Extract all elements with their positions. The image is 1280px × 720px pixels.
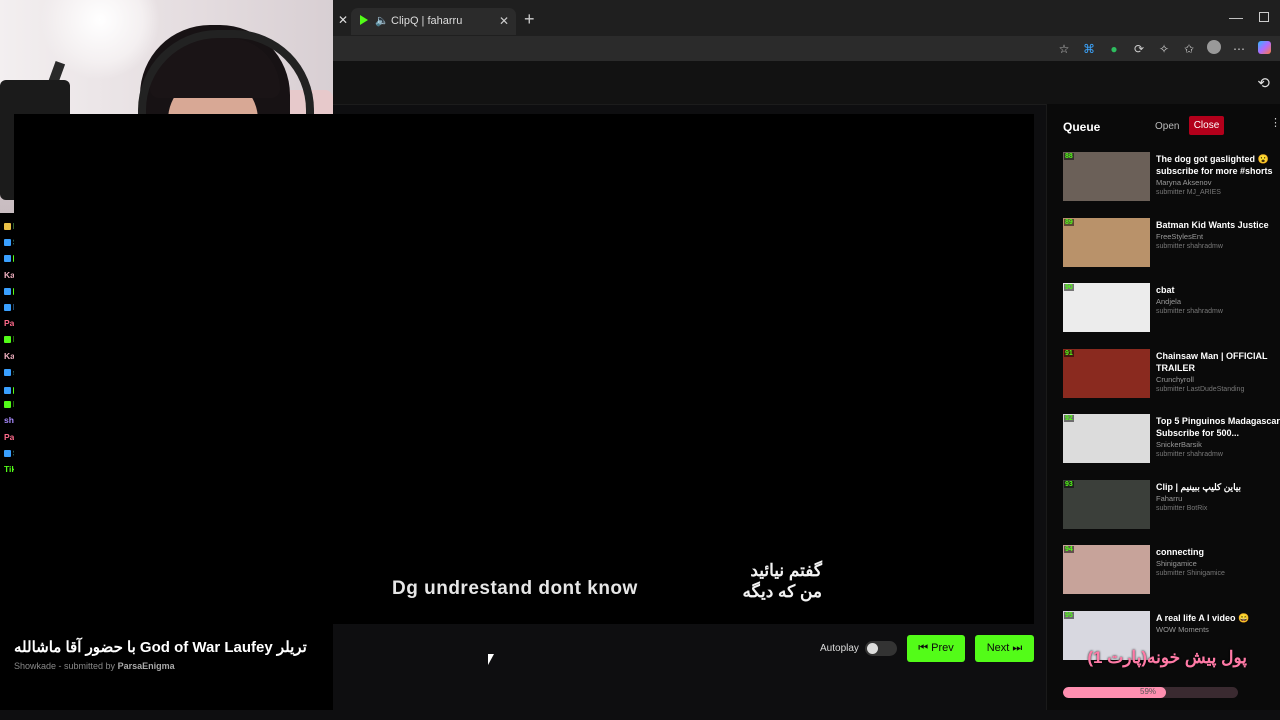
playing-icon [360, 15, 368, 25]
copilot-icon[interactable] [1256, 40, 1272, 57]
queue-number: 94 [1064, 546, 1074, 553]
queue-item-title: Chainsaw Man | OFFICIAL TRAILER [1156, 350, 1268, 373]
queue-item-author: FreeStylesEnt [1156, 231, 1204, 241]
queue-item[interactable]: 91 Chainsaw Man | OFFICIAL TRAILER Crunchy… [1063, 348, 1280, 401]
goal-banner: پول پیش خونه(پارت 1) 59% [1055, 645, 1255, 705]
submitter-name[interactable]: ParsaEnigma [118, 661, 175, 671]
clip-title: با حضور آقا ماشالله God of War Laufey تر… [14, 639, 307, 656]
queue-number: 88 [1064, 153, 1074, 160]
mouse-cursor [488, 654, 494, 665]
chat-badge-icon [4, 255, 11, 263]
address-bar[interactable]: ☆ ⌘ ● ⟳ ✧ ✩ ⋯ [333, 36, 1280, 61]
autoplay-toggle[interactable] [865, 641, 897, 656]
queue-item-author: WOW Moments [1156, 624, 1209, 634]
autoplay-label: Autoplay [820, 643, 859, 654]
queue-item[interactable]: 90 cbat Andjela submitter shahradmw [1063, 283, 1280, 335]
queue-item-submitter: submitter shahradmw [1156, 308, 1223, 315]
history-icon[interactable]: ⟲ [1257, 74, 1270, 92]
chat-badge-icon [4, 287, 11, 295]
queue-thumbnail: 93 [1063, 479, 1150, 529]
queue-item-title: cbat [1156, 285, 1175, 295]
queue-number: 89 [1064, 218, 1074, 226]
extension-icon[interactable]: ⌘ [1081, 42, 1097, 56]
browser-tab-active[interactable]: 🔈 ClipQ | faharru ✕ [351, 8, 516, 35]
queue-item-author: SnickerBarsik [1156, 440, 1202, 449]
video-subtitle-fa: گفتم نیائید من که دیگه [742, 561, 822, 601]
refresh-icon[interactable]: ⟳ [1131, 42, 1147, 56]
new-tab-button[interactable]: + [524, 9, 535, 30]
queue-thumbnail: 91 [1063, 348, 1150, 398]
queue-item-title: Top 5 Pinguinos Madagascar Subscribe for… [1156, 416, 1280, 438]
queue-item-submitter: submitter LastDudeStanding [1156, 385, 1245, 393]
video-subtitle-en: Dg undrestand dont know [392, 578, 638, 599]
queue-item-author: Faharru [1156, 493, 1183, 503]
chat-badge-icon [4, 239, 11, 247]
queue-item-submitter: submitter shahradmw [1156, 242, 1223, 250]
chat-badge-icon [4, 304, 11, 311]
chat-badge-icon [4, 223, 11, 230]
queue-item[interactable]: 94 connecting Shinigamice submitter Shiniga… [1063, 545, 1280, 597]
queue-close-button[interactable]: Close [1189, 116, 1224, 135]
close-tab-icon[interactable]: ✕ [499, 14, 509, 28]
queue-item-submitter: submitter MJ_ARIES [1156, 189, 1221, 196]
queue-item-author: Crunchyroll [1156, 374, 1194, 384]
queue-item-submitter: submitter BotRix [1156, 504, 1208, 512]
queue-item[interactable]: 89 Batman Kid Wants Justice FreeStylesEnt s… [1063, 217, 1280, 270]
minimize-button[interactable]: — [1229, 9, 1243, 25]
queue-thumbnail: 94 [1063, 545, 1150, 594]
channel-name[interactable]: Showkade [14, 661, 56, 671]
chat-badge-icon [4, 368, 11, 376]
queue-item-title: Clip | بیاین کلیپ ببینیم [1156, 481, 1242, 492]
chat-badge-icon [4, 336, 11, 344]
queue-number: 92 [1064, 415, 1074, 422]
queue-item-submitter: submitter shahradmw [1156, 451, 1223, 458]
queue-number: 91 [1064, 349, 1074, 357]
tab-title: ClipQ | faharru [391, 15, 463, 27]
queue-item-title: connecting [1156, 547, 1205, 557]
queue-item-author: Maryna Aksenov [1156, 178, 1212, 187]
prev-button[interactable]: ⏮ Prev [907, 635, 965, 662]
queue-thumbnail: 89 [1063, 217, 1150, 267]
chat-badge-icon [4, 401, 11, 409]
queue-thumbnail: 92 [1063, 414, 1150, 463]
queue-item-title: The dog got gaslighted 😮 subscribe for m… [1156, 154, 1273, 176]
puzzle-icon[interactable]: ✧ [1156, 42, 1172, 56]
queue-number: 95 [1064, 611, 1074, 619]
queue-open-button[interactable]: Open [1155, 118, 1179, 135]
queue-thumbnail: 90 [1063, 283, 1150, 332]
queue-item-submitter: submitter Shinigamice [1156, 570, 1225, 577]
goal-progress-label: 59% [1140, 687, 1157, 696]
queue-number: 93 [1064, 480, 1074, 488]
speaker-icon[interactable]: 🔈 [375, 14, 389, 27]
site-header: ⟲ [333, 61, 1280, 105]
next-button[interactable]: Next ⏭ [975, 635, 1034, 662]
more-icon[interactable]: ⋮ [1270, 116, 1280, 129]
queue-item[interactable]: 93 Clip | بیاین کلیپ ببینیم Faharru submitt… [1063, 479, 1280, 532]
close-tab-icon[interactable]: ✕ [338, 13, 348, 27]
chat-badge-icon [4, 387, 11, 394]
restore-button[interactable] [1259, 12, 1269, 22]
clip-meta: Showkade - submitted by ParsaEnigma [14, 661, 175, 671]
goal-banner-text: پول پیش خونه(پارت 1) [1087, 648, 1247, 667]
profile-icon[interactable] [1206, 40, 1222, 57]
queue-item-author: Andjela [1156, 297, 1182, 306]
circle-icon[interactable]: ● [1106, 42, 1122, 56]
queue-item-title: Batman Kid Wants Justice [1156, 219, 1269, 230]
queue-item-title: A real life A I video 😄 [1156, 612, 1250, 623]
chat-badge-icon [4, 449, 11, 457]
queue-title: Queue [1063, 120, 1101, 134]
star-icon[interactable]: ☆ [1056, 42, 1072, 56]
queue-item-author: Shinigamice [1156, 559, 1197, 568]
queue-number: 90 [1064, 284, 1074, 291]
favorites-icon[interactable]: ✩ [1181, 42, 1197, 56]
video-player[interactable] [14, 114, 1034, 624]
queue-panel: Queue Open Close ⋮ 88 The dog got gasligh… [1046, 104, 1280, 710]
queue-item[interactable]: 88 The dog got gaslighted 😮 subscribe for… [1063, 152, 1280, 204]
queue-item[interactable]: 92 Top 5 Pinguinos Madagascar Subscribe f… [1063, 414, 1280, 466]
more-icon[interactable]: ⋯ [1231, 42, 1247, 56]
queue-thumbnail: 88 [1063, 152, 1150, 201]
